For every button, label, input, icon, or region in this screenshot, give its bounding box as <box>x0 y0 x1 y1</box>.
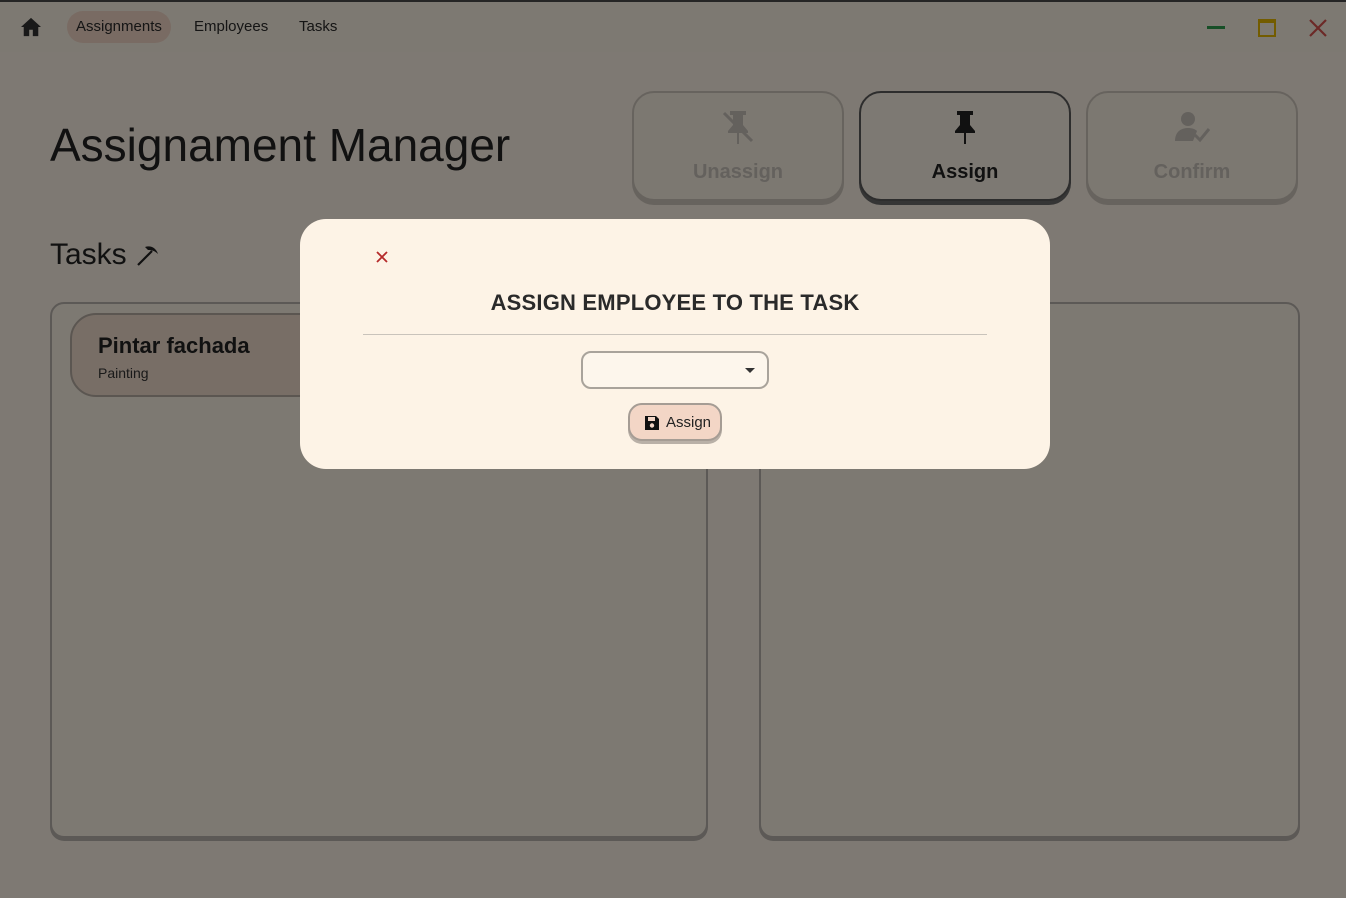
employee-select[interactable] <box>581 351 769 389</box>
assign-button[interactable]: Assign <box>628 403 722 441</box>
assign-button-label: Assign <box>666 414 712 431</box>
assign-employee-dialog: ASSIGN EMPLOYEE TO THE TASK Assign <box>300 219 1050 469</box>
dialog-title: ASSIGN EMPLOYEE TO THE TASK <box>490 290 860 315</box>
dialog-divider <box>363 334 987 335</box>
chevron-down-icon <box>745 368 755 373</box>
save-icon <box>645 416 659 430</box>
close-icon[interactable] <box>372 247 392 267</box>
